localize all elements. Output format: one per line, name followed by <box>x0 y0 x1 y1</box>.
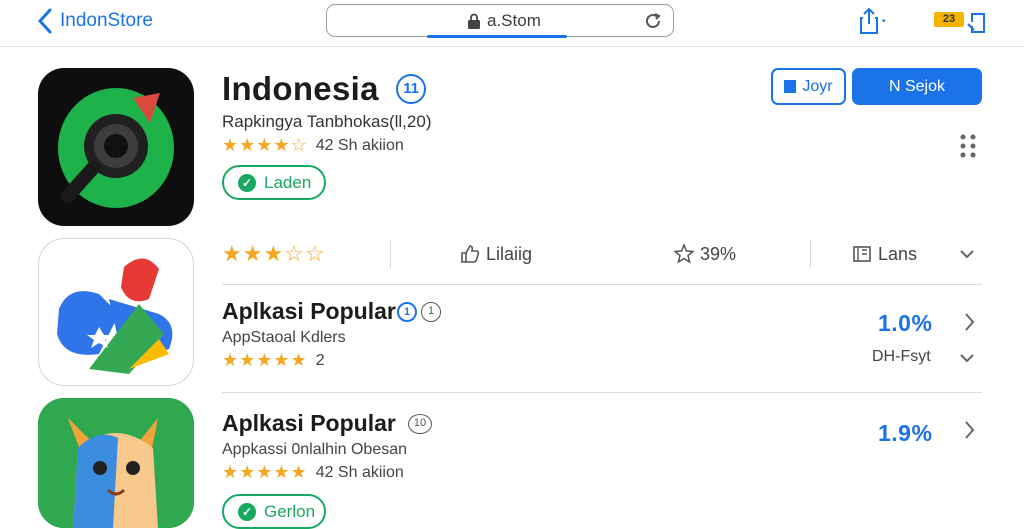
reload-icon[interactable] <box>643 11 663 31</box>
row-meta: DH-Fsyt <box>872 348 931 365</box>
address-bar[interactable]: a.Stom <box>326 4 674 38</box>
page-load-progress <box>427 35 567 38</box>
row-subtitle: AppStaoal Kdlers <box>222 329 346 346</box>
stat-percent-label: 39% <box>700 243 737 264</box>
back-label: IndonStore <box>60 10 153 31</box>
divider <box>222 284 982 285</box>
chevron-right-icon[interactable] <box>962 312 976 332</box>
app-icon-popular-2[interactable] <box>38 398 194 528</box>
star-rating: ★★★★★ <box>222 462 308 482</box>
secondary-button-label: Joyr <box>802 77 833 95</box>
thumbs-up-icon <box>461 245 480 263</box>
url-text: a.Stom <box>487 11 541 30</box>
stat-rating: ★★★☆☆ <box>222 238 326 270</box>
tabs-count-badge: 23 <box>934 12 964 27</box>
stats-row: ★★★☆☆ Lilaiig 39% Lans <box>222 238 982 270</box>
primary-button[interactable]: N Sejok <box>852 68 982 105</box>
percent-value: 1.9% <box>878 420 933 446</box>
star-rating: ★★★★★ <box>222 350 308 370</box>
cat-character-logo-icon <box>38 398 194 528</box>
rating-row: ★★★★☆ 42 Sh akiion <box>222 135 404 156</box>
rating-count: 42 Sh akiion <box>315 463 404 481</box>
status-pill[interactable]: ✓ Laden <box>222 165 326 200</box>
star-rating: ★★★★☆ <box>222 135 308 155</box>
stat-likes[interactable]: Lilaiig <box>460 238 532 270</box>
share-dot-icon: • <box>882 15 886 27</box>
row-title[interactable]: Aplkasi Popular <box>222 298 396 325</box>
rating-count: 2 <box>315 351 325 369</box>
back-button[interactable]: IndonStore <box>36 8 153 34</box>
check-icon: ✓ <box>238 173 256 192</box>
rating-row: ★★★★★ 2 <box>222 350 325 371</box>
chevron-down-icon[interactable] <box>960 244 974 264</box>
colorful-shapes-logo-icon <box>57 258 173 374</box>
app-subtitle: Rapkingya Tanbhokas(ll,20) <box>222 112 432 131</box>
row-title[interactable]: Aplkasi Popular <box>222 410 396 437</box>
share-button[interactable]: • <box>858 6 894 36</box>
secondary-button[interactable]: Joyr <box>771 68 846 105</box>
more-icon[interactable] <box>958 133 978 159</box>
app-icon-popular-1[interactable] <box>38 238 194 386</box>
row-subtitle: Appkassi 0nlalhin Obesan <box>222 441 408 458</box>
percent-value: 1.0% <box>878 310 933 336</box>
magnifier-logo-icon <box>58 88 174 208</box>
info-badge[interactable]: 10 <box>408 414 432 434</box>
stat-likes-label: Lilaiig <box>486 243 533 264</box>
square-icon <box>784 80 797 93</box>
book-icon <box>853 246 871 262</box>
info-badge[interactable]: 11 <box>396 74 426 104</box>
rating-row: ★★★★★ 42 Sh akiion <box>222 462 404 483</box>
divider <box>810 240 811 268</box>
info-badge[interactable]: 1 <box>421 302 441 322</box>
chevron-left-icon <box>37 8 52 34</box>
app-title: Indonesia <box>222 70 379 107</box>
stat-percent[interactable]: 39% <box>674 238 736 270</box>
app-icon-indonesia[interactable] <box>38 68 194 226</box>
rating-count: 42 Sh akiion <box>315 136 404 154</box>
tabs-icon <box>967 13 985 33</box>
divider <box>390 240 391 268</box>
chevron-right-icon[interactable] <box>962 420 976 440</box>
info-badge[interactable]: 1 <box>397 302 417 322</box>
stat-stars: ★★★☆☆ <box>222 241 326 266</box>
status-pill-label: Laden <box>264 172 312 192</box>
stat-language[interactable]: Lans <box>852 238 917 270</box>
share-icon <box>860 7 878 34</box>
chevron-down-icon[interactable] <box>960 348 974 368</box>
star-outline-icon <box>674 244 694 264</box>
divider <box>222 392 982 393</box>
tabs-button[interactable]: 23 <box>934 6 992 36</box>
lock-icon <box>468 13 480 29</box>
stat-language-label: Lans <box>878 243 918 264</box>
